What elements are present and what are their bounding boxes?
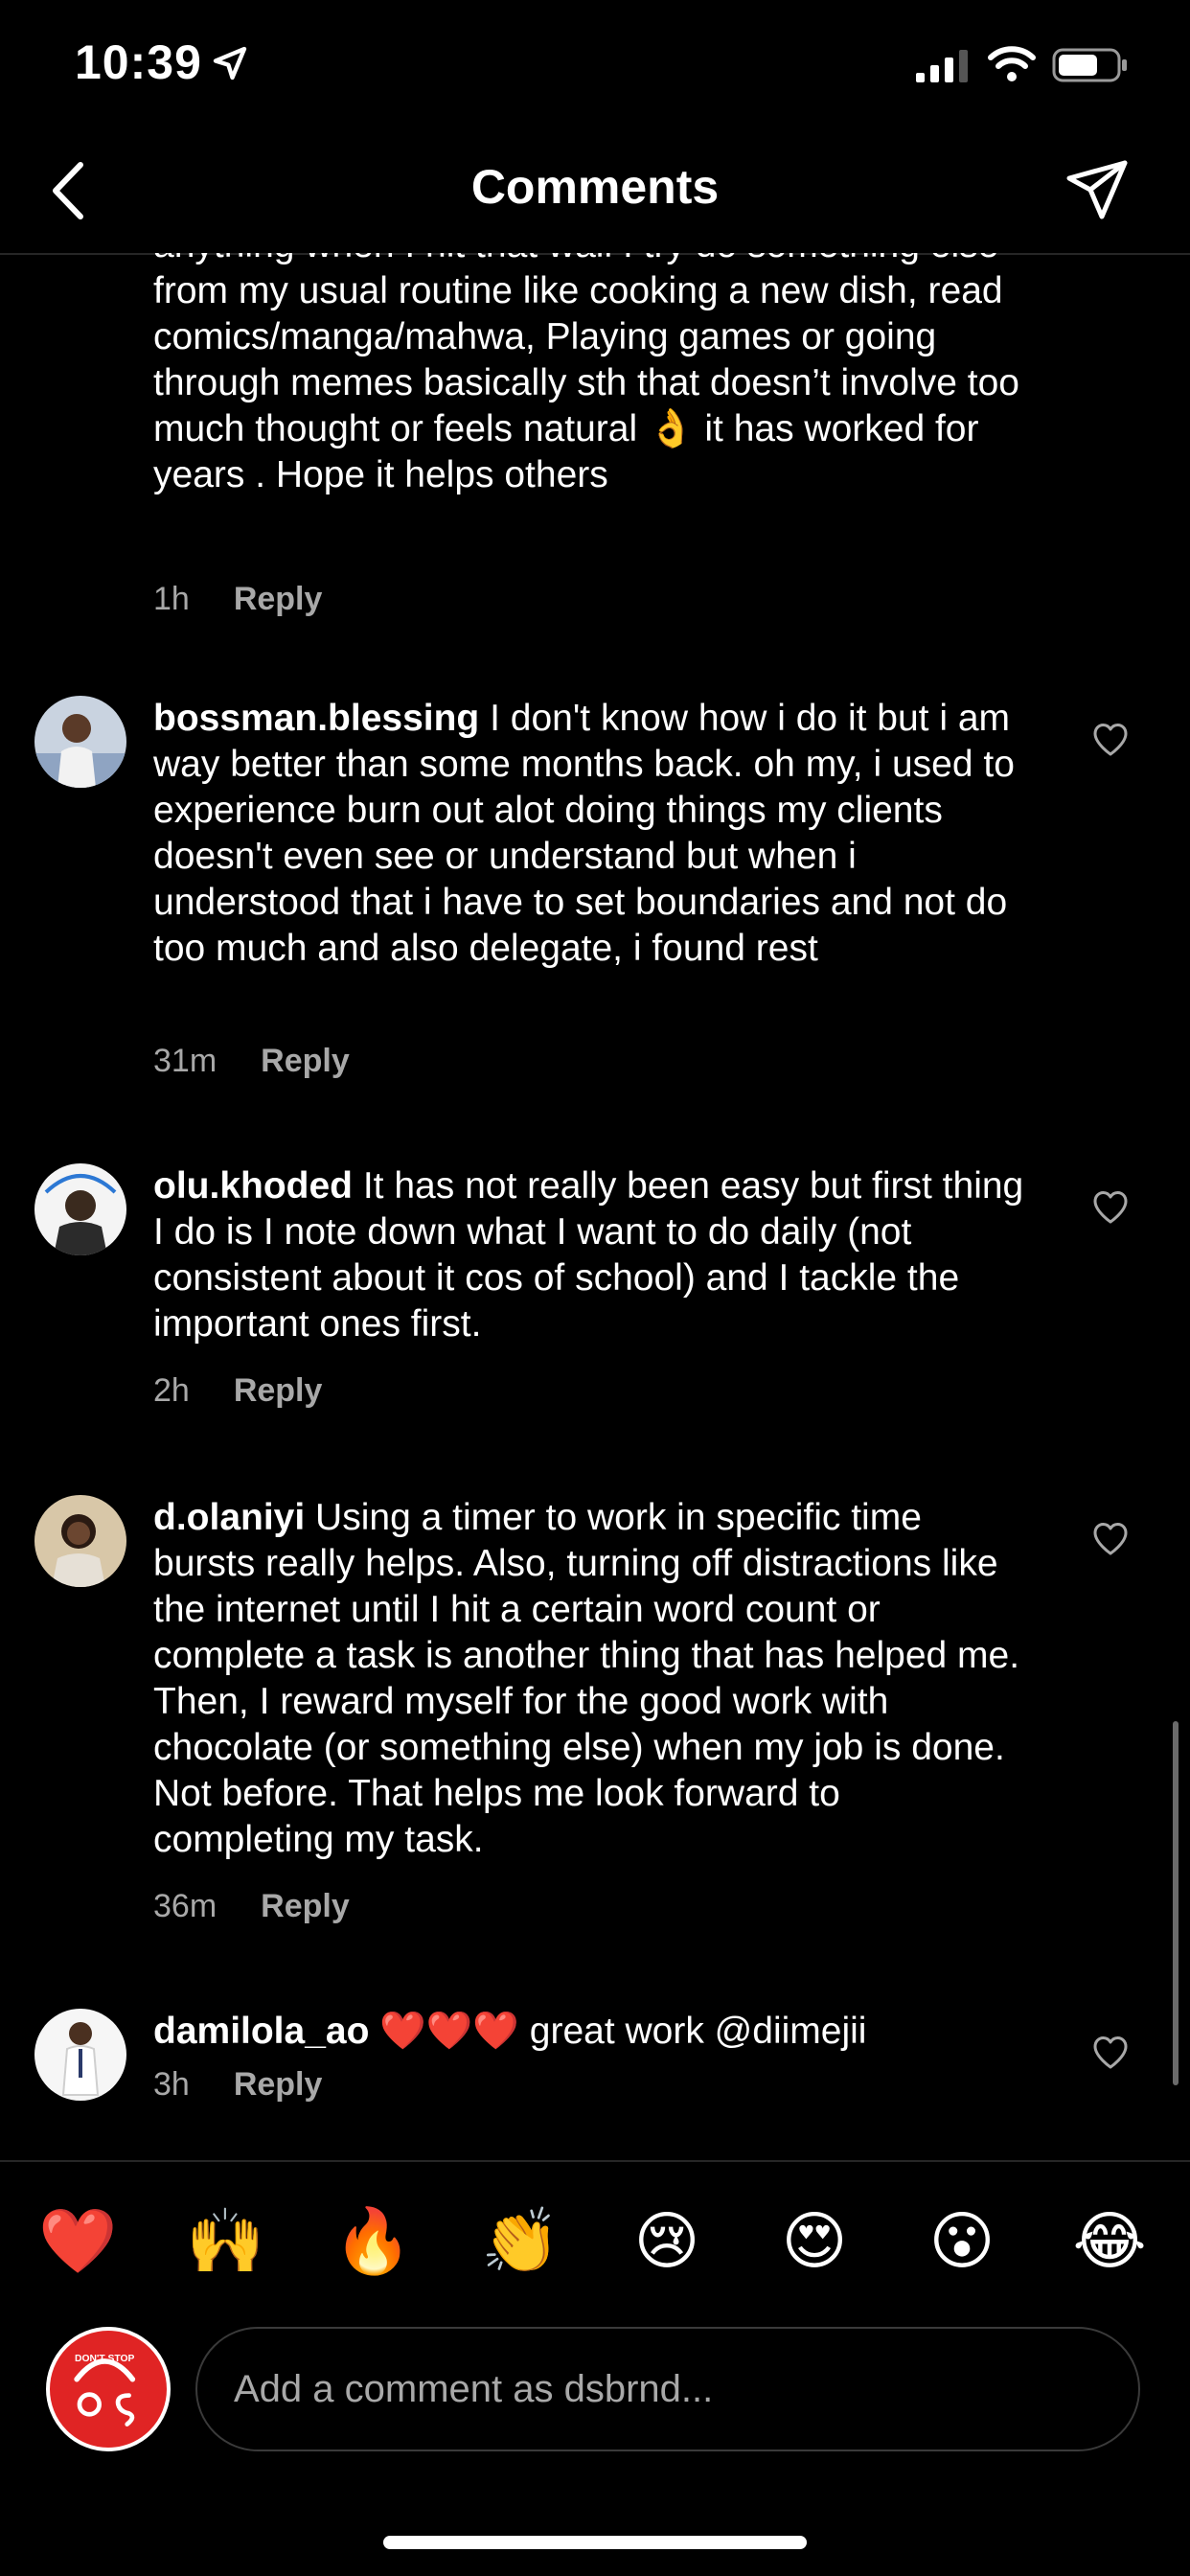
user-avatar[interactable]: DON'T STOP bbox=[46, 2327, 171, 2451]
reply-button[interactable]: Reply bbox=[234, 2066, 323, 2103]
comment-meta: 36m Reply bbox=[153, 1888, 350, 1925]
avatar[interactable] bbox=[34, 2009, 126, 2101]
comment-meta: 31m Reply bbox=[153, 1043, 350, 1080]
emoji-clapping-hands[interactable]: 👏 bbox=[481, 2204, 560, 2279]
location-arrow-icon bbox=[213, 46, 247, 80]
comment-username[interactable]: bossman.blessing bbox=[153, 698, 479, 739]
avatar-image bbox=[34, 696, 126, 788]
scrollbar[interactable] bbox=[1173, 1721, 1179, 2085]
comment-text: bossman.blessing I don't know how i do i… bbox=[153, 696, 1025, 972]
status-time: 10:39 bbox=[75, 35, 202, 89]
comment-time: 1h bbox=[153, 581, 190, 617]
emoji-red-heart[interactable]: ❤️ bbox=[38, 2204, 117, 2279]
emoji-fire[interactable]: 🔥 bbox=[333, 2204, 412, 2279]
comment-text: anything when I hit that wall I try do s… bbox=[153, 253, 1025, 498]
avatar[interactable] bbox=[34, 1163, 126, 1255]
paper-plane-icon[interactable] bbox=[1064, 157, 1131, 224]
wifi-icon bbox=[988, 46, 1036, 81]
comment-meta: 3h Reply bbox=[153, 2066, 322, 2104]
page-title: Comments bbox=[470, 160, 720, 214]
comment-time: 31m bbox=[153, 1043, 217, 1079]
comment-time: 3h bbox=[153, 2066, 190, 2103]
comment-text: olu.khoded It has not really been easy b… bbox=[153, 1163, 1025, 1347]
comment-text: d.olaniyi Using a timer to work in speci… bbox=[153, 1495, 1025, 1863]
heart-outline-icon[interactable] bbox=[1092, 2036, 1129, 2070]
reply-button[interactable]: Reply bbox=[261, 1888, 350, 1924]
comments-list[interactable]: anything when I hit that wall I try do s… bbox=[0, 253, 1190, 2160]
comment-username[interactable]: d.olaniyi bbox=[153, 1497, 305, 1538]
comment-time: 2h bbox=[153, 1372, 190, 1409]
heart-outline-icon[interactable] bbox=[1092, 723, 1129, 757]
reply-button[interactable]: Reply bbox=[234, 1372, 323, 1409]
dont-stop-logo: DON'T STOP bbox=[74, 2354, 136, 2426]
battery-icon bbox=[1052, 48, 1127, 82]
comment-input[interactable] bbox=[197, 2329, 1138, 2450]
comment-username[interactable]: damilola_ao bbox=[153, 2011, 369, 2052]
heart-outline-icon[interactable] bbox=[1092, 1190, 1129, 1225]
emoji-heart-eyes[interactable]: 😍 bbox=[776, 2204, 853, 2278]
reply-button[interactable]: Reply bbox=[261, 1043, 350, 1079]
logo-text: DON'T STOP bbox=[75, 2354, 135, 2364]
emoji-tears-of-joy[interactable]: 😂 bbox=[1071, 2204, 1148, 2278]
avatar-image bbox=[34, 2009, 126, 2101]
signal-icon bbox=[916, 50, 968, 82]
emoji-reaction-bar: ❤️ 🙌 🔥 👏 😢 😍 😮 😂 bbox=[0, 2160, 1190, 2325]
comment-meta: 1h Reply bbox=[153, 581, 322, 618]
home-indicator[interactable] bbox=[383, 2536, 807, 2549]
avatar[interactable] bbox=[34, 1495, 126, 1587]
comment-body: ❤️❤️❤️ great work @diimejii bbox=[379, 2011, 867, 2052]
emoji-crying-face[interactable]: 😢 bbox=[629, 2204, 705, 2278]
comment-username[interactable]: olu.khoded bbox=[153, 1165, 353, 1207]
heart-outline-icon[interactable] bbox=[1092, 1522, 1129, 1556]
avatar[interactable] bbox=[34, 696, 126, 788]
status-bar: 10:39 bbox=[0, 0, 1190, 134]
reply-button[interactable]: Reply bbox=[234, 581, 323, 617]
comment-input-wrapper bbox=[195, 2327, 1140, 2451]
emoji-surprised-face[interactable]: 😮 bbox=[924, 2204, 1000, 2278]
avatar-image bbox=[34, 1163, 126, 1255]
comment-body: anything when I hit that wall I try do s… bbox=[153, 253, 1019, 495]
header: Comments bbox=[0, 134, 1190, 255]
avatar-image bbox=[34, 1495, 126, 1587]
emoji-raising-hands[interactable]: 🙌 bbox=[186, 2204, 264, 2279]
comment-meta: 2h Reply bbox=[153, 1372, 322, 1410]
comment-body: Using a timer to work in specific time b… bbox=[153, 1497, 1020, 1860]
comment-time: 36m bbox=[153, 1888, 217, 1924]
comment-text: damilola_ao ❤️❤️❤️ great work @diimejii bbox=[153, 2009, 1025, 2055]
